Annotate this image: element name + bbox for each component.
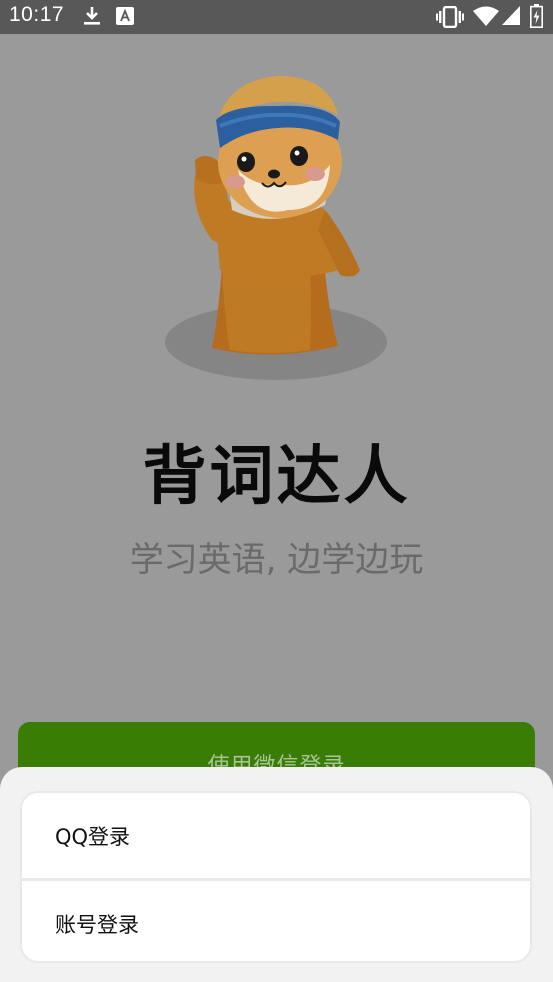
mascot-illustration: [165, 76, 387, 380]
status-time: 10:17: [9, 3, 65, 26]
battery-charging-icon: [530, 4, 543, 32]
login-options-card: QQ登录 账号登录: [20, 791, 532, 963]
app-subtitle: 学习英语, 边学边玩: [129, 540, 424, 580]
wifi-icon: [473, 6, 499, 30]
qq-login-option[interactable]: QQ登录: [22, 793, 530, 878]
vibrate-icon: [436, 5, 464, 32]
font-a-icon: [116, 7, 134, 29]
status-bar: 10:17: [0, 0, 553, 34]
signal-icon: [502, 6, 520, 29]
download-icon: [82, 5, 102, 31]
app-title: 背词达人: [142, 440, 411, 514]
login-options-sheet: QQ登录 账号登录: [0, 767, 553, 982]
account-login-option[interactable]: 账号登录: [22, 881, 530, 961]
login-screen: 10:17 背词达人 学习英语, 边学边玩 QQ登录 账号登录: [0, 0, 553, 982]
